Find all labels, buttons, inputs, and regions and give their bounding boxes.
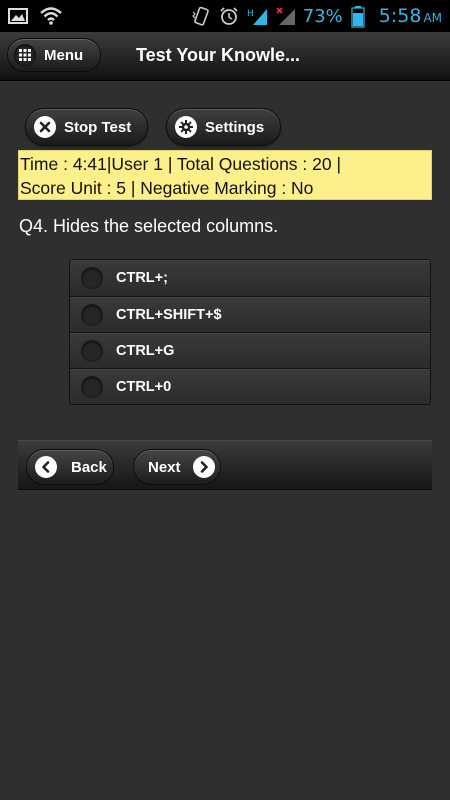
question-text: Q4. Hides the selected columns. [19, 216, 279, 236]
back-button[interactable]: Back [26, 449, 114, 485]
radio-icon[interactable] [81, 303, 103, 326]
answer-option[interactable]: CTRL+0 [70, 368, 430, 404]
svg-text:H: H [247, 9, 254, 19]
clock-ampm: AM [423, 11, 442, 25]
gear-icon [175, 116, 197, 138]
stop-test-button[interactable]: Stop Test [25, 108, 148, 146]
answer-option[interactable]: CTRL+SHIFT+$ [70, 296, 430, 332]
answer-option-label: CTRL+0 [116, 378, 172, 395]
menu-button-label: Menu [44, 46, 84, 64]
grid-icon [14, 44, 36, 66]
next-button-label: Next [148, 458, 181, 476]
no-signal-icon [275, 6, 295, 26]
chevron-left-icon [35, 456, 57, 478]
answer-option[interactable]: CTRL+G [70, 332, 430, 368]
hspa-signal-icon: H [247, 6, 267, 26]
test-info-line-1: Time : 4:41|User 1 | Total Questions : 2… [20, 154, 342, 174]
wifi-icon [40, 6, 62, 26]
alarm-icon [219, 6, 239, 26]
test-info-line-2: Score Unit : 5 | Negative Marking : No [20, 178, 314, 198]
image-icon [8, 6, 28, 26]
back-button-label: Back [71, 458, 107, 476]
answer-option-label: CTRL+G [116, 342, 175, 359]
radio-icon[interactable] [81, 375, 103, 398]
chevron-right-icon [192, 456, 215, 478]
vibrate-icon [191, 6, 211, 26]
battery-icon [351, 6, 371, 28]
answer-options: CTRL+; CTRL+SHIFT+$ CTRL+G CTRL+0 [69, 259, 431, 405]
menu-button[interactable]: Menu [7, 38, 101, 72]
answer-option-label: CTRL+; [116, 270, 168, 286]
status-bar: H 73% 5:58 AM [0, 0, 450, 32]
answer-option-label: CTRL+SHIFT+$ [116, 306, 222, 323]
question-nav-bar: Back Next [18, 440, 432, 490]
test-info-banner: Time : 4:41|User 1 | Total Questions : 2… [18, 150, 432, 200]
radio-icon[interactable] [81, 267, 103, 289]
page-title: Test Your Knowle... [136, 45, 301, 65]
stop-test-label: Stop Test [64, 118, 132, 136]
clock-time: 5:58 [378, 5, 422, 27]
app-header: Menu Test Your Knowle... [0, 32, 450, 81]
settings-label: Settings [205, 118, 265, 136]
answer-option[interactable]: CTRL+; [70, 260, 430, 296]
next-button[interactable]: Next [133, 449, 221, 485]
radio-icon[interactable] [81, 339, 103, 362]
close-icon [34, 116, 56, 138]
settings-button[interactable]: Settings [166, 108, 281, 146]
battery-percent: 73% [302, 5, 343, 27]
